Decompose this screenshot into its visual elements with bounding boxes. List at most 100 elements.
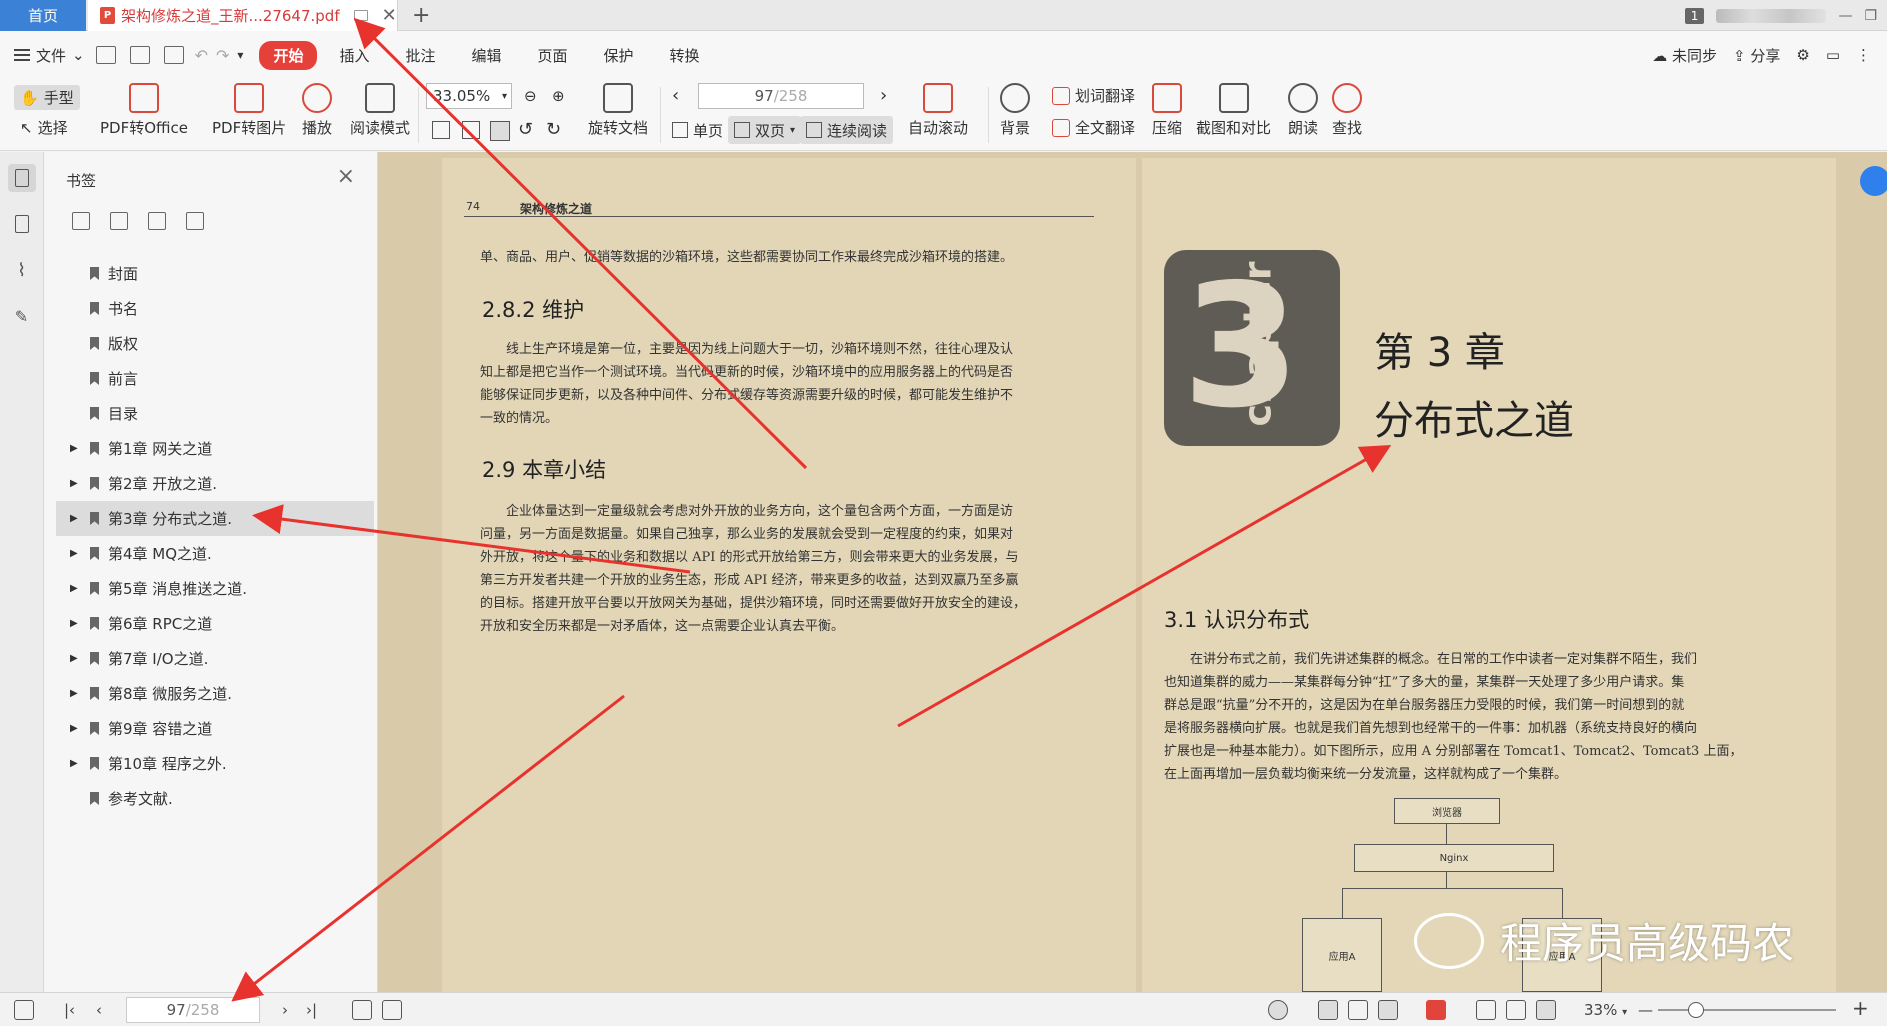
screenshot-compare-button[interactable]: 截图和对比 bbox=[1196, 83, 1271, 138]
bookmark-item[interactable]: 书名 bbox=[56, 291, 374, 326]
expand-arrow-icon[interactable]: ▶ bbox=[70, 723, 78, 734]
menu-tab-insert[interactable]: 插入 bbox=[325, 41, 383, 70]
pdf-to-office-button[interactable]: PDF转Office bbox=[100, 83, 188, 138]
background-button[interactable]: 背景 bbox=[1000, 83, 1030, 138]
rail-bookmarks[interactable] bbox=[7, 164, 36, 192]
actual-size-icon[interactable] bbox=[1536, 1000, 1556, 1020]
continuous-reading-button[interactable]: 连续阅读 bbox=[800, 116, 894, 144]
expand-arrow-icon[interactable]: ▶ bbox=[70, 548, 78, 559]
menu-tab-protect[interactable]: 保护 bbox=[590, 41, 648, 70]
rotate-left-icon[interactable]: ↺ bbox=[518, 119, 533, 140]
word-translate-button[interactable]: 划词翻译 bbox=[1052, 85, 1135, 106]
expand-arrow-icon[interactable]: ▶ bbox=[70, 758, 78, 769]
bookmark-item[interactable]: ▶ 第7章 I/O之道. bbox=[56, 641, 374, 676]
page-number-input[interactable]: 97/258 bbox=[698, 83, 864, 109]
reading-mode-button[interactable]: 阅读模式 bbox=[350, 83, 410, 138]
bookmark-item[interactable]: 前言 bbox=[56, 361, 374, 396]
bookmark-item[interactable]: 封面 bbox=[56, 256, 374, 291]
first-page-icon[interactable]: |‹ bbox=[64, 1001, 75, 1019]
actual-size-icon[interactable] bbox=[490, 121, 510, 141]
zoom-level[interactable]: 33% ▾ bbox=[1584, 1001, 1627, 1019]
fit-page-icon[interactable] bbox=[432, 121, 450, 139]
zoom-in-icon[interactable]: ⊕ bbox=[552, 87, 565, 105]
menu-tab-page[interactable]: 页面 bbox=[524, 41, 582, 70]
play-button[interactable]: 播放 bbox=[302, 83, 332, 138]
settings-icon[interactable]: ⚙ bbox=[1796, 46, 1809, 64]
forward-icon[interactable] bbox=[382, 1000, 402, 1020]
new-tab-button[interactable]: + bbox=[412, 0, 430, 31]
read-aloud-button[interactable]: 朗读 bbox=[1288, 83, 1318, 138]
close-icon[interactable]: × bbox=[337, 164, 355, 189]
tab-home[interactable]: 首页 bbox=[0, 0, 86, 31]
sync-status-button[interactable]: ☁ 未同步 bbox=[1652, 45, 1717, 66]
expand-arrow-icon[interactable]: ▶ bbox=[70, 653, 78, 664]
next-page-icon[interactable]: › bbox=[880, 85, 887, 106]
open-folder-icon[interactable] bbox=[95, 46, 116, 64]
redo-icon[interactable]: ↷ bbox=[216, 46, 229, 65]
auto-scroll-button[interactable]: 自动滚动 bbox=[908, 83, 968, 138]
bookmark-item[interactable]: ▶ 第9章 容错之道 bbox=[56, 711, 374, 746]
toggle-sidebar-icon[interactable] bbox=[14, 1000, 34, 1020]
single-view-icon[interactable] bbox=[1348, 1000, 1368, 1020]
screen-icon[interactable] bbox=[353, 10, 368, 21]
bookmark-item[interactable]: ▶ 第2章 开放之道. bbox=[56, 466, 374, 501]
file-menu[interactable]: 文件 ⌄ bbox=[14, 45, 85, 66]
restore-button[interactable]: ❐ bbox=[1864, 8, 1877, 24]
comment-icon[interactable]: ▭ bbox=[1826, 46, 1840, 64]
tab-count-badge[interactable]: 1 bbox=[1684, 7, 1705, 24]
zoom-slider-track[interactable] bbox=[1658, 1009, 1836, 1011]
zoom-slider-handle[interactable] bbox=[1688, 1002, 1704, 1018]
bookmark-item[interactable]: ▶ 第10章 程序之外. bbox=[56, 746, 374, 781]
bookmark-item[interactable]: 版权 bbox=[56, 326, 374, 361]
previous-page-icon[interactable]: ‹ bbox=[672, 85, 679, 106]
bookmark-item[interactable]: 参考文献. bbox=[56, 781, 374, 816]
fit-width-icon[interactable] bbox=[462, 121, 480, 139]
zoom-select[interactable]: 33.05% ▾ bbox=[426, 83, 512, 109]
bookmark-item[interactable]: ▶ 第1章 网关之道 bbox=[56, 431, 374, 466]
pdf-to-image-button[interactable]: PDF转图片 bbox=[212, 83, 286, 138]
floating-assistant-icon[interactable] bbox=[1860, 166, 1887, 196]
document-viewport[interactable]: 74 架构修炼之道 单、商品、用户、促销等数据的沙箱环境，这些都需要协同工作来最… bbox=[378, 152, 1887, 992]
quick-access-dropdown-icon[interactable]: ▾ bbox=[237, 48, 243, 62]
bookmark-item[interactable]: ▶ 第3章 分布式之道. bbox=[56, 501, 374, 536]
zoom-out-button[interactable]: — bbox=[1638, 1001, 1653, 1019]
previous-page-icon[interactable]: ‹ bbox=[96, 1001, 102, 1019]
expand-arrow-icon[interactable]: ▶ bbox=[70, 478, 78, 489]
collapse-all-icon[interactable] bbox=[110, 212, 128, 230]
expand-arrow-icon[interactable]: ▶ bbox=[70, 618, 78, 629]
minimize-button[interactable]: — bbox=[1838, 8, 1852, 24]
compress-button[interactable]: 压缩 bbox=[1152, 83, 1182, 138]
close-tab-icon[interactable]: ✕ bbox=[382, 5, 397, 26]
expand-arrow-icon[interactable]: ▶ bbox=[70, 443, 78, 454]
next-page-icon[interactable]: › bbox=[282, 1001, 288, 1019]
rotate-right-icon[interactable]: ↻ bbox=[546, 119, 561, 140]
bookmark-item[interactable]: ▶ 第8章 微服务之道. bbox=[56, 676, 374, 711]
expand-all-icon[interactable] bbox=[72, 212, 90, 230]
menu-tab-convert[interactable]: 转换 bbox=[656, 41, 714, 70]
bookmark-item[interactable]: ▶ 第6章 RPC之道 bbox=[56, 606, 374, 641]
share-button[interactable]: ⇪ 分享 bbox=[1733, 45, 1780, 66]
tab-document[interactable]: P 架构修炼之道_王新...27647.pdf ✕ bbox=[88, 0, 398, 31]
save-icon[interactable] bbox=[129, 46, 150, 64]
fit-width-icon[interactable] bbox=[1476, 1000, 1496, 1020]
find-button[interactable]: 查找 bbox=[1332, 83, 1362, 138]
expand-arrow-icon[interactable]: ▶ bbox=[70, 513, 78, 524]
back-icon[interactable] bbox=[352, 1000, 372, 1020]
continuous-view-icon[interactable] bbox=[1318, 1000, 1338, 1020]
menu-tab-annotate[interactable]: 批注 bbox=[391, 41, 449, 70]
status-page-input[interactable]: 97/258 bbox=[126, 997, 260, 1023]
hand-tool-button[interactable]: ✋ 手型 bbox=[14, 85, 80, 110]
full-translate-button[interactable]: 全文翻译 bbox=[1052, 117, 1135, 138]
bookmark-item[interactable]: ▶ 第5章 消息推送之道. bbox=[56, 571, 374, 606]
eye-protection-icon[interactable] bbox=[1268, 1000, 1288, 1020]
add-bookmark-icon[interactable] bbox=[148, 212, 166, 230]
expand-arrow-icon[interactable]: ▶ bbox=[70, 688, 78, 699]
rail-signature[interactable]: ✎ bbox=[8, 302, 36, 330]
double-page-button[interactable]: 双页 ▾ bbox=[728, 116, 802, 144]
zoom-out-icon[interactable]: ⊖ bbox=[524, 87, 537, 105]
zoom-in-button[interactable]: + bbox=[1852, 996, 1869, 1020]
more-icon[interactable]: ⋮ bbox=[1856, 46, 1871, 64]
menu-tab-start[interactable]: 开始 bbox=[259, 40, 318, 70]
print-icon[interactable] bbox=[163, 46, 184, 64]
select-tool-button[interactable]: ↖ 选择 bbox=[20, 117, 68, 138]
